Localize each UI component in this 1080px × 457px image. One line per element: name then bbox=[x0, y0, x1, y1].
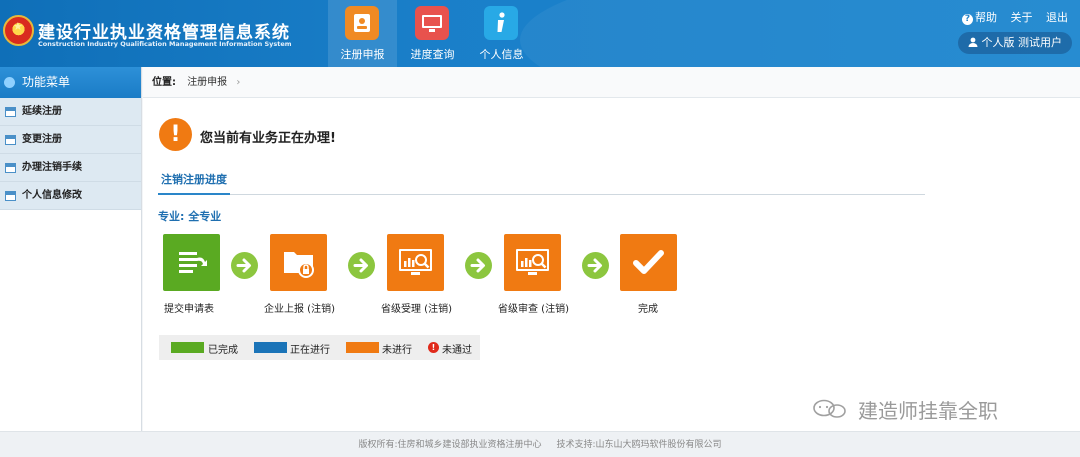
footer: 版权所有:住房和城乡建设部执业资格注册中心 技术支持:山东山大鸥玛软件股份有限公… bbox=[0, 431, 1080, 457]
about-link[interactable]: 关于 bbox=[1011, 11, 1033, 24]
logout-link[interactable]: 退出 bbox=[1046, 11, 1068, 24]
document-submit-icon bbox=[179, 252, 207, 273]
step-provincial-review bbox=[504, 234, 561, 291]
wechat-icon bbox=[813, 399, 846, 418]
exclamation-icon: ! bbox=[159, 118, 192, 151]
chevron-right-icon: › bbox=[236, 77, 241, 88]
sidebar-item-label: 延续注册 bbox=[22, 106, 62, 117]
step-company-report bbox=[270, 234, 327, 291]
user-name: 测试用户 bbox=[1018, 36, 1062, 49]
sidebar-item-profile-edit[interactable]: 个人信息修改 bbox=[0, 182, 141, 210]
step-label: 省级受理 (注销) bbox=[381, 304, 452, 315]
user-type: 个人版 bbox=[981, 36, 1015, 49]
footer-copyright: 版权所有:住房和城乡建设部执业资格注册中心 bbox=[358, 440, 542, 450]
top-header: 建设行业执业资格管理信息系统 Construction Industry Qua… bbox=[0, 0, 1080, 67]
nav-register-label: 注册申报 bbox=[340, 48, 385, 61]
tab-cancellation-progress[interactable]: 注销注册进度 bbox=[158, 169, 230, 195]
failed-icon: ! bbox=[428, 342, 439, 353]
monitor-icon bbox=[415, 6, 449, 40]
nav-progress[interactable]: 进度查询 bbox=[398, 0, 467, 67]
legend-swatch-done bbox=[171, 342, 204, 353]
step-submit-application bbox=[163, 234, 220, 291]
alert-text: 您当前有业务正在办理! bbox=[200, 131, 336, 146]
monitor-chart-icon bbox=[516, 249, 549, 275]
legend-label-done: 已完成 bbox=[208, 345, 238, 356]
national-emblem-logo bbox=[3, 15, 34, 46]
arrow-right-icon bbox=[582, 252, 609, 279]
sidebar-item-cancellation[interactable]: 办理注销手续 bbox=[0, 154, 141, 182]
step-label: 完成 bbox=[638, 304, 658, 315]
sidebar: 功能菜单 延续注册 变更注册 办理注销手续 个人信息修改 bbox=[0, 67, 142, 431]
nav-profile-label: 个人信息 bbox=[479, 48, 524, 61]
sidebar-item-label: 办理注销手续 bbox=[22, 162, 82, 173]
footer-support: 技术支持:山东山大鸥玛软件股份有限公司 bbox=[556, 440, 722, 450]
watermark-text: 建造师挂靠全职 bbox=[858, 399, 998, 423]
nav-register[interactable]: 注册申报 bbox=[328, 0, 397, 67]
nav-progress-label: 进度查询 bbox=[410, 48, 455, 61]
step-label: 提交申请表 bbox=[164, 304, 214, 315]
checkmark-icon bbox=[633, 250, 664, 274]
calendar-icon bbox=[5, 135, 16, 145]
major-label: 专业: 全专业 bbox=[158, 210, 222, 223]
step-provincial-acceptance bbox=[387, 234, 444, 291]
sidebar-item-label: 个人信息修改 bbox=[22, 190, 82, 201]
main-content: 位置: 注册申报 › ! 您当前有业务正在办理! 注销注册进度 专业: 全专业 bbox=[143, 67, 1080, 431]
legend-label-failed: 未通过 bbox=[442, 345, 472, 356]
user-badge[interactable]: 个人版 测试用户 bbox=[958, 32, 1072, 54]
legend-swatch-pending bbox=[346, 342, 379, 353]
legend-label-pending: 未进行 bbox=[382, 345, 412, 356]
arrow-right-icon bbox=[465, 252, 492, 279]
folder-lock-icon bbox=[284, 252, 314, 278]
sidebar-item-change[interactable]: 变更注册 bbox=[0, 126, 141, 154]
help-icon: ? bbox=[962, 14, 973, 25]
menu-toggle-icon[interactable] bbox=[4, 77, 15, 88]
arrow-right-icon bbox=[348, 252, 375, 279]
status-legend: 已完成 正在进行 未进行 ! 未通过 bbox=[159, 335, 480, 360]
breadcrumb-label: 位置: bbox=[152, 77, 176, 88]
monitor-chart-icon bbox=[399, 249, 432, 275]
help-link[interactable]: ? 帮助 bbox=[952, 11, 997, 25]
user-icon bbox=[968, 37, 978, 47]
tab-bar: 注销注册进度 bbox=[158, 169, 925, 195]
system-subtitle: Construction Industry Qualification Mana… bbox=[38, 40, 292, 48]
legend-swatch-in-progress bbox=[254, 342, 287, 353]
breadcrumb-current[interactable]: 注册申报 bbox=[187, 77, 227, 88]
calendar-icon bbox=[5, 107, 16, 117]
top-links: ? 帮助 关于 退出 bbox=[942, 9, 1068, 25]
sidebar-item-renewal[interactable]: 延续注册 bbox=[0, 98, 141, 126]
step-complete bbox=[620, 234, 677, 291]
contact-card-icon bbox=[345, 6, 379, 40]
sidebar-item-label: 变更注册 bbox=[22, 134, 62, 145]
nav-profile[interactable]: 个人信息 bbox=[467, 0, 536, 67]
legend-label-in-progress: 正在进行 bbox=[290, 345, 330, 356]
info-icon bbox=[484, 6, 518, 40]
calendar-icon bbox=[5, 163, 16, 173]
step-label: 省级审查 (注销) bbox=[498, 304, 569, 315]
calendar-icon bbox=[5, 191, 16, 201]
breadcrumb: 位置: 注册申报 › bbox=[143, 67, 1080, 98]
sidebar-title: 功能菜单 bbox=[22, 75, 71, 89]
sidebar-header: 功能菜单 bbox=[0, 67, 141, 98]
step-label: 企业上报 (注销) bbox=[264, 304, 335, 315]
arrow-right-icon bbox=[231, 252, 258, 279]
